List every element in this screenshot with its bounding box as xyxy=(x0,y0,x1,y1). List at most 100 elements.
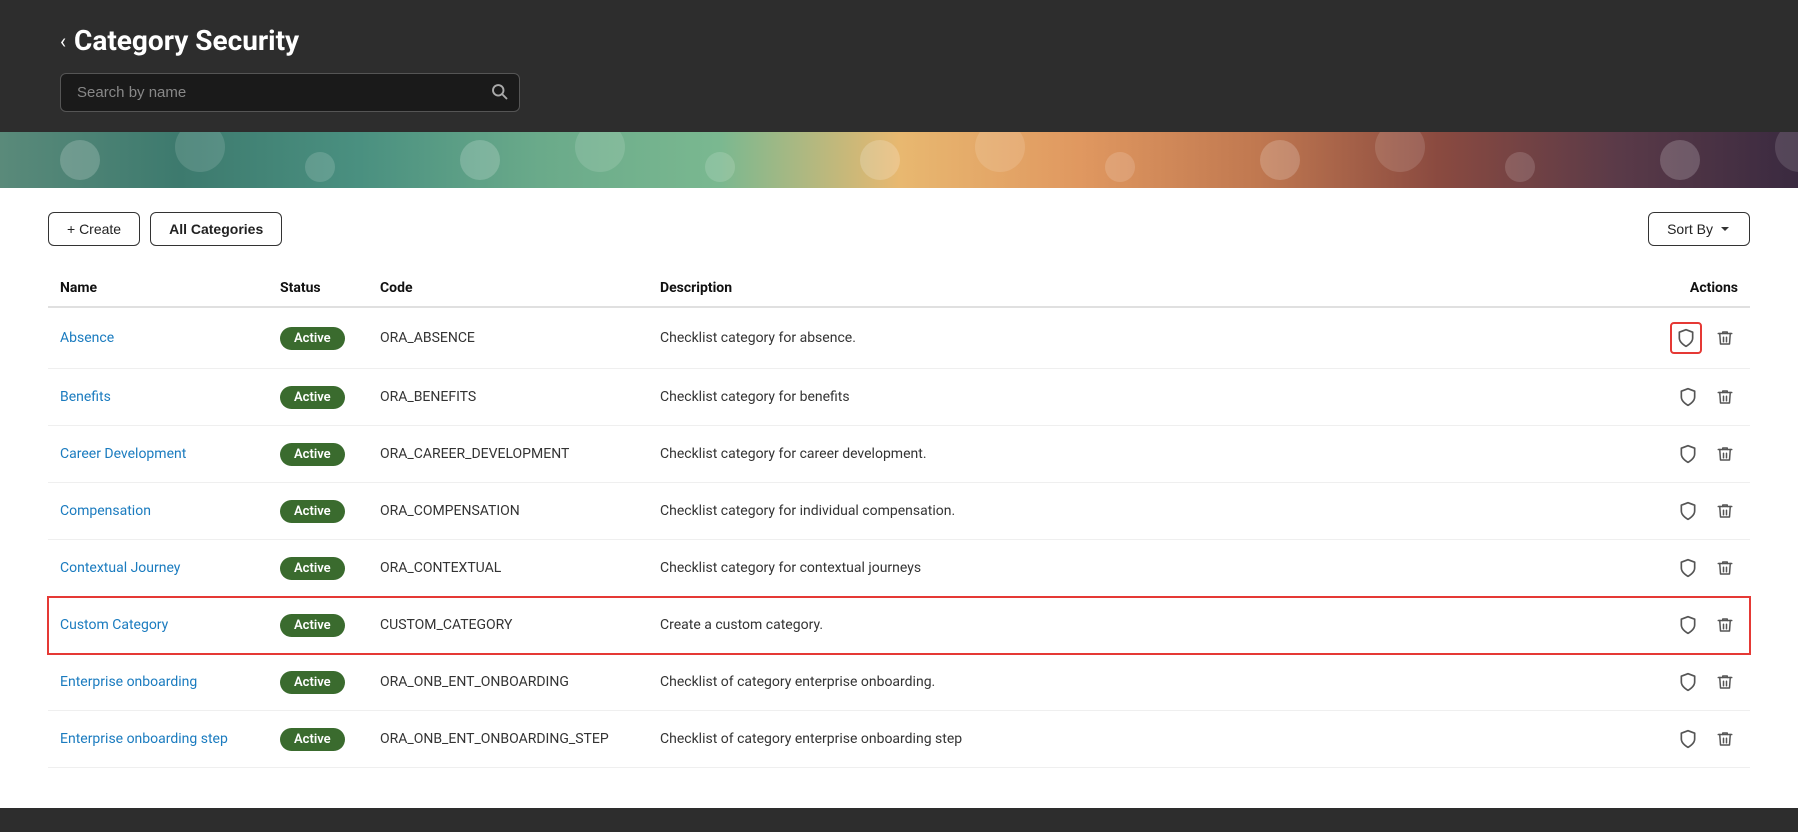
header-section: ‹ Category Security xyxy=(0,0,1798,132)
cell-description: Checklist category for individual compen… xyxy=(648,483,1650,540)
actions-cell xyxy=(1662,440,1738,468)
col-header-description: Description xyxy=(648,270,1650,307)
table-row: Career Development Active ORA_CAREER_DEV… xyxy=(48,426,1750,483)
page-title: Category Security xyxy=(74,24,299,57)
status-badge: Active xyxy=(280,728,345,751)
cell-actions xyxy=(1650,369,1750,426)
col-header-status: Status xyxy=(268,270,368,307)
name-link[interactable]: Compensation xyxy=(60,503,151,519)
col-header-code: Code xyxy=(368,270,648,307)
cell-code: ORA_CAREER_DEVELOPMENT xyxy=(368,426,648,483)
security-icon[interactable] xyxy=(1674,440,1702,468)
back-arrow[interactable]: ‹ xyxy=(60,29,66,53)
main-content: + Create All Categories Sort By Name Sta… xyxy=(0,188,1798,808)
name-link[interactable]: Contextual Journey xyxy=(60,560,180,576)
toolbar-left: + Create All Categories xyxy=(48,212,282,246)
cell-code: ORA_ONB_ENT_ONBOARDING_STEP xyxy=(368,711,648,768)
actions-cell xyxy=(1662,611,1738,639)
actions-cell xyxy=(1662,725,1738,753)
cell-status: Active xyxy=(268,540,368,597)
cell-status: Active xyxy=(268,483,368,540)
security-icon[interactable] xyxy=(1674,554,1702,582)
actions-cell xyxy=(1662,497,1738,525)
search-input[interactable] xyxy=(60,73,520,112)
cell-actions xyxy=(1650,597,1750,654)
table-row: Compensation Active ORA_COMPENSATION Che… xyxy=(48,483,1750,540)
cell-code: CUSTOM_CATEGORY xyxy=(368,597,648,654)
security-icon[interactable] xyxy=(1670,322,1702,354)
cell-status: Active xyxy=(268,307,368,369)
cell-status: Active xyxy=(268,711,368,768)
search-container xyxy=(60,73,520,112)
name-link[interactable]: Enterprise onboarding xyxy=(60,674,197,690)
cell-name: Custom Category xyxy=(48,597,268,654)
cell-actions xyxy=(1650,711,1750,768)
sort-by-label: Sort By xyxy=(1667,221,1713,237)
cell-actions xyxy=(1650,307,1750,369)
status-badge: Active xyxy=(280,671,345,694)
delete-icon[interactable] xyxy=(1712,384,1738,410)
sort-by-button[interactable]: Sort By xyxy=(1648,212,1750,246)
status-badge: Active xyxy=(280,557,345,580)
delete-icon[interactable] xyxy=(1712,441,1738,467)
toolbar: + Create All Categories Sort By xyxy=(48,212,1750,246)
name-link[interactable]: Benefits xyxy=(60,389,111,405)
cell-name: Benefits xyxy=(48,369,268,426)
delete-icon[interactable] xyxy=(1712,612,1738,638)
cell-actions xyxy=(1650,483,1750,540)
cell-description: Create a custom category. xyxy=(648,597,1650,654)
status-badge: Active xyxy=(280,386,345,409)
status-badge: Active xyxy=(280,443,345,466)
status-badge: Active xyxy=(280,500,345,523)
cell-description: Checklist of category enterprise onboard… xyxy=(648,711,1650,768)
table-row: Enterprise onboarding Active ORA_ONB_ENT… xyxy=(48,654,1750,711)
cell-status: Active xyxy=(268,654,368,711)
security-icon[interactable] xyxy=(1674,668,1702,696)
cell-name: Career Development xyxy=(48,426,268,483)
security-icon[interactable] xyxy=(1674,611,1702,639)
status-badge: Active xyxy=(280,614,345,637)
table-header-row: Name Status Code Description Actions xyxy=(48,270,1750,307)
banner-strip xyxy=(0,132,1798,188)
cell-description: Checklist of category enterprise onboard… xyxy=(648,654,1650,711)
delete-icon[interactable] xyxy=(1712,555,1738,581)
back-nav: ‹ Category Security xyxy=(60,24,1738,57)
cell-name: Enterprise onboarding xyxy=(48,654,268,711)
cell-status: Active xyxy=(268,597,368,654)
col-header-actions: Actions xyxy=(1650,270,1750,307)
security-icon[interactable] xyxy=(1674,497,1702,525)
create-button[interactable]: + Create xyxy=(48,212,140,246)
cell-name: Enterprise onboarding step xyxy=(48,711,268,768)
cell-name: Compensation xyxy=(48,483,268,540)
all-categories-button[interactable]: All Categories xyxy=(150,212,282,246)
delete-icon[interactable] xyxy=(1712,669,1738,695)
name-link[interactable]: Career Development xyxy=(60,446,186,462)
delete-icon[interactable] xyxy=(1712,726,1738,752)
cell-code: ORA_ABSENCE xyxy=(368,307,648,369)
status-badge: Active xyxy=(280,327,345,350)
search-icon xyxy=(490,82,508,104)
actions-cell xyxy=(1662,554,1738,582)
security-icon[interactable] xyxy=(1674,725,1702,753)
delete-icon[interactable] xyxy=(1712,498,1738,524)
cell-description: Checklist category for benefits xyxy=(648,369,1650,426)
name-link[interactable]: Enterprise onboarding step xyxy=(60,731,228,747)
cell-status: Active xyxy=(268,369,368,426)
col-header-name: Name xyxy=(48,270,268,307)
name-link[interactable]: Absence xyxy=(60,330,114,346)
cell-description: Checklist category for absence. xyxy=(648,307,1650,369)
delete-icon[interactable] xyxy=(1712,325,1738,351)
table-row: Custom Category Active CUSTOM_CATEGORY C… xyxy=(48,597,1750,654)
cell-name: Contextual Journey xyxy=(48,540,268,597)
cell-status: Active xyxy=(268,426,368,483)
cell-name: Absence xyxy=(48,307,268,369)
table-row: Contextual Journey Active ORA_CONTEXTUAL… xyxy=(48,540,1750,597)
cell-code: ORA_CONTEXTUAL xyxy=(368,540,648,597)
actions-cell xyxy=(1662,668,1738,696)
categories-table: Name Status Code Description Actions Abs… xyxy=(48,270,1750,768)
name-link[interactable]: Custom Category xyxy=(60,617,168,633)
cell-description: Checklist category for career developmen… xyxy=(648,426,1650,483)
cell-actions xyxy=(1650,426,1750,483)
cell-code: ORA_ONB_ENT_ONBOARDING xyxy=(368,654,648,711)
security-icon[interactable] xyxy=(1674,383,1702,411)
